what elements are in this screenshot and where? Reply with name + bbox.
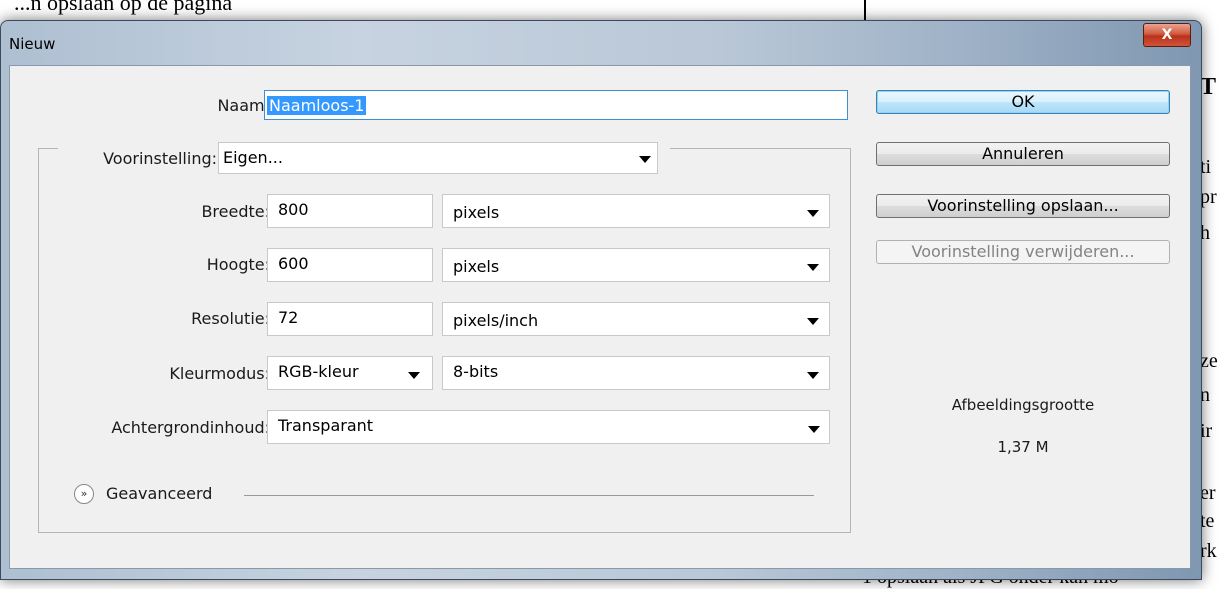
ok-button[interactable]: OK bbox=[876, 90, 1170, 114]
naam-input[interactable]: Naamloos-1 bbox=[264, 90, 848, 120]
dropdown-arrow-icon bbox=[808, 426, 820, 433]
background-letter: ze bbox=[1200, 350, 1218, 372]
achtergrondinhoud-label: Achtergrondinhoud: bbox=[111, 418, 270, 437]
resolutie-value: 72 bbox=[278, 308, 299, 327]
hoogte-input[interactable]: 600 bbox=[267, 248, 433, 282]
naam-label: Naam: bbox=[217, 96, 270, 115]
background-letter: rk bbox=[1200, 540, 1217, 562]
hoogte-unit-value: pixels bbox=[453, 257, 500, 276]
kleurmodus-value: RGB-kleur bbox=[278, 362, 359, 381]
close-icon: X bbox=[1161, 27, 1173, 43]
double-chevron-down-icon[interactable]: » bbox=[74, 484, 94, 504]
voorinstelling-opslaan-button[interactable]: Voorinstelling opslaan... bbox=[876, 194, 1170, 218]
kleurmodus-label: Kleurmodus: bbox=[169, 364, 270, 383]
voorinstelling-label: Voorinstelling: bbox=[103, 149, 217, 168]
dialog-window: Nieuw X Naam: Naamloos-1 Voorinstelling:… bbox=[0, 20, 1202, 580]
hoogte-label: Hoogte: bbox=[206, 255, 270, 274]
annuleren-button[interactable]: Annuleren bbox=[876, 142, 1170, 166]
voorinstelling-value: Eigen... bbox=[223, 148, 283, 167]
geavanceerd-divider bbox=[244, 495, 814, 496]
background-letter: pr bbox=[1200, 186, 1217, 208]
title-bar[interactable]: Nieuw X bbox=[1, 21, 1201, 65]
achtergrondinhoud-select[interactable]: Transparant bbox=[267, 410, 830, 444]
background-letter: er bbox=[1200, 482, 1216, 504]
resolutie-input[interactable]: 72 bbox=[267, 302, 433, 336]
naam-value: Naamloos-1 bbox=[267, 96, 367, 115]
resolutie-label: Resolutie: bbox=[191, 309, 270, 328]
image-size-label: Afbeeldingsgrootte bbox=[951, 396, 1095, 414]
bit-depth-value: 8-bits bbox=[453, 362, 499, 381]
geavanceerd-label[interactable]: Geavanceerd bbox=[106, 484, 212, 503]
background-letter: te bbox=[1200, 510, 1215, 532]
bit-depth-select[interactable]: 8-bits bbox=[442, 356, 830, 390]
breedte-label: Breedte: bbox=[201, 202, 270, 221]
hoogte-unit-select[interactable]: pixels bbox=[442, 248, 830, 282]
resolutie-unit-value: pixels/inch bbox=[453, 311, 539, 330]
background-text-top: ...n opslaan op de pagina bbox=[14, 0, 233, 15]
voorinstelling-select[interactable]: Eigen... bbox=[218, 142, 658, 174]
dropdown-arrow-icon bbox=[408, 372, 420, 379]
dropdown-arrow-icon bbox=[807, 318, 819, 325]
dropdown-arrow-icon bbox=[807, 210, 819, 217]
kleurmodus-select[interactable]: RGB-kleur bbox=[267, 356, 433, 390]
dropdown-arrow-icon bbox=[807, 264, 819, 271]
dropdown-arrow-icon bbox=[807, 372, 819, 379]
dropdown-arrow-icon bbox=[639, 156, 651, 163]
breedte-unit-value: pixels bbox=[453, 203, 500, 222]
voorinstelling-verwijderen-button[interactable]: Voorinstelling verwijderen... bbox=[876, 240, 1170, 264]
breedte-value: 800 bbox=[278, 200, 309, 219]
dialog-client-area: Naam: Naamloos-1 Voorinstelling: Eigen..… bbox=[9, 65, 1191, 569]
window-title: Nieuw bbox=[9, 35, 56, 53]
resolutie-unit-select[interactable]: pixels/inch bbox=[442, 302, 830, 336]
achtergrondinhoud-value: Transparant bbox=[278, 416, 374, 435]
background-letter: T bbox=[1200, 74, 1217, 100]
image-size-value: 1,37 M bbox=[997, 438, 1049, 456]
breedte-input[interactable]: 800 bbox=[267, 194, 433, 228]
hoogte-value: 600 bbox=[278, 254, 309, 273]
close-button[interactable]: X bbox=[1143, 23, 1191, 47]
breedte-unit-select[interactable]: pixels bbox=[442, 194, 830, 228]
